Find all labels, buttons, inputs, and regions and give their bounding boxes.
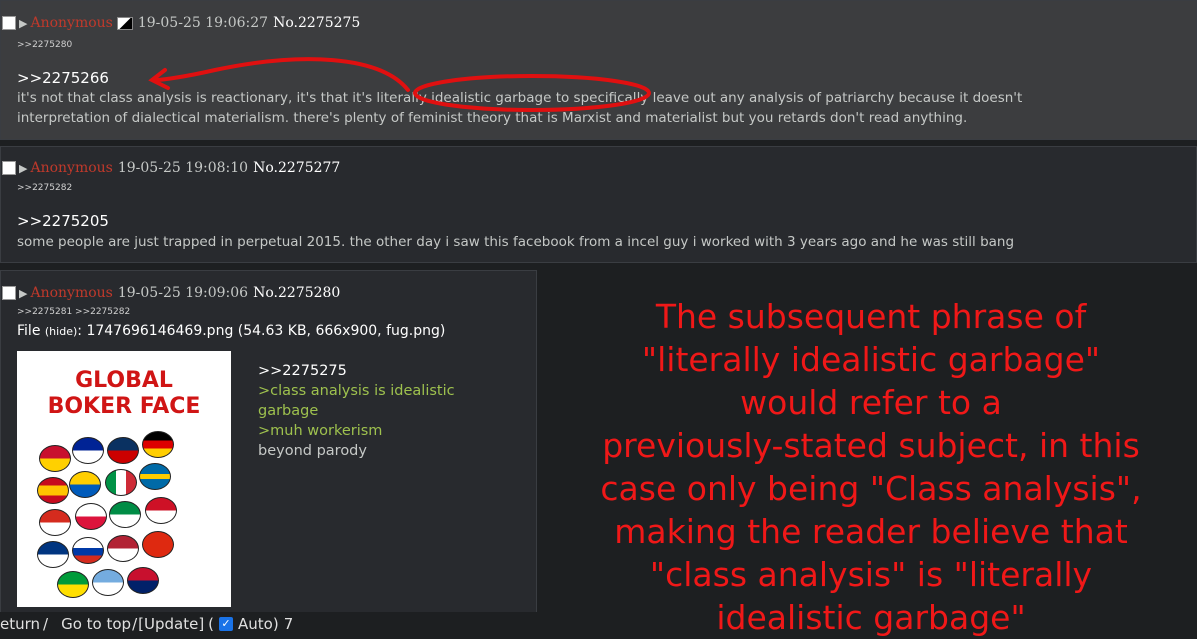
file-hide-link[interactable]: (hide) bbox=[45, 325, 77, 338]
file-info: File (hide): 1747696146469.png (54.63 KB… bbox=[17, 323, 446, 339]
post-text: beyond parody bbox=[258, 443, 367, 459]
poster-name: Anonymous bbox=[30, 160, 113, 176]
post-2275275: ▶ Anonymous 19-05-25 19:06:27 No.2275275… bbox=[0, 0, 1197, 140]
return-link[interactable]: eturn bbox=[0, 615, 40, 633]
go-to-top-link[interactable]: Go to top bbox=[61, 615, 131, 633]
post-date: 19-05-25 19:06:27 bbox=[137, 15, 269, 31]
quote-link[interactable]: >>2275205 bbox=[17, 212, 109, 230]
post-2275277: ▶ Anonymous 19-05-25 19:08:10 No.2275277… bbox=[0, 146, 1197, 263]
greentext-line-1-cont: garbage bbox=[258, 403, 319, 419]
post-number-link[interactable]: No.2275275 bbox=[273, 15, 360, 31]
image-title-line-2: BOKER FACE bbox=[47, 394, 201, 419]
post-backlinks[interactable]: >>2275280 bbox=[17, 40, 72, 50]
post-header: ▶ Anonymous 19-05-25 19:06:27 No.2275275 bbox=[1, 13, 360, 33]
caption-line: The subsequent phrase of bbox=[655, 297, 1087, 336]
post-checkbox[interactable] bbox=[2, 16, 16, 30]
file-label: File bbox=[17, 323, 41, 339]
file-name-link[interactable]: 1747696146469.png bbox=[86, 323, 233, 339]
post-backlinks[interactable]: >>2275281 >>2275282 bbox=[17, 307, 130, 317]
caption-line: case only being "Class analysis", bbox=[600, 469, 1142, 508]
poster-name: Anonymous bbox=[30, 15, 113, 31]
post-date: 19-05-25 19:09:06 bbox=[117, 285, 249, 301]
post-number-link[interactable]: No.2275280 bbox=[253, 285, 340, 301]
post-body-line-2: interpretation of dialectical materialis… bbox=[17, 110, 968, 126]
post-checkbox[interactable] bbox=[2, 161, 16, 175]
post-image-thumbnail[interactable]: GLOBAL BOKER FACE bbox=[17, 351, 231, 607]
annotation-caption: The subsequent phrase of "literally idea… bbox=[557, 295, 1185, 639]
post-header: ▶ Anonymous 19-05-25 19:08:10 No.2275277 bbox=[1, 158, 340, 178]
post-2275280: ▶ Anonymous 19-05-25 19:09:06 No.2275280… bbox=[0, 270, 537, 635]
quote-link[interactable]: >>2275266 bbox=[17, 69, 109, 87]
post-checkbox[interactable] bbox=[2, 286, 16, 300]
update-link[interactable]: [Update] bbox=[138, 615, 204, 633]
auto-label: Auto) bbox=[238, 614, 279, 633]
caption-line: "class analysis" is "literally bbox=[649, 555, 1093, 594]
greentext-line-2: >muh workerism bbox=[258, 423, 383, 439]
post-body-line-1: it's not that class analysis is reaction… bbox=[17, 90, 1023, 106]
post-menu-arrow-icon[interactable]: ▶ bbox=[19, 287, 27, 300]
caption-line: "literally idealistic garbage" bbox=[641, 340, 1101, 379]
bottom-nav-bar: eturn / Go to top / [Update] ( ✓ Auto) 7 bbox=[0, 612, 640, 635]
post-date: 19-05-25 19:08:10 bbox=[117, 160, 249, 176]
post-body: >>2275275 >class analysis is idealistic … bbox=[258, 361, 455, 461]
nav-separator: / bbox=[132, 614, 138, 633]
update-countdown: 7 bbox=[283, 614, 294, 633]
poster-name: Anonymous bbox=[30, 285, 113, 301]
file-meta: (54.63 KB, 666x900, fug.png) bbox=[237, 323, 446, 339]
image-title-line-1: GLOBAL bbox=[75, 368, 173, 393]
nav-separator: / bbox=[43, 614, 49, 633]
greentext-line-1: >class analysis is idealistic bbox=[258, 383, 455, 399]
post-number-link[interactable]: No.2275277 bbox=[253, 160, 340, 176]
post-header: ▶ Anonymous 19-05-25 19:09:06 No.2275280 bbox=[1, 283, 340, 303]
caption-line: previously-stated subject, in this bbox=[602, 426, 1140, 465]
caption-line: making the reader believe that bbox=[614, 512, 1128, 551]
caption-line: idealistic garbage" bbox=[716, 598, 1026, 637]
post-body-line-1: some people are just trapped in perpetua… bbox=[17, 234, 1015, 250]
auto-update-checkbox[interactable]: ✓ bbox=[219, 616, 234, 631]
post-menu-arrow-icon[interactable]: ▶ bbox=[19, 17, 27, 30]
post-menu-arrow-icon[interactable]: ▶ bbox=[19, 162, 27, 175]
poster-flag-icon bbox=[116, 16, 133, 30]
paren-open: ( bbox=[208, 614, 215, 633]
caption-line: would refer to a bbox=[740, 383, 1002, 422]
post-backlinks[interactable]: >>2275282 bbox=[17, 183, 72, 193]
quote-link[interactable]: >>2275275 bbox=[258, 361, 455, 381]
